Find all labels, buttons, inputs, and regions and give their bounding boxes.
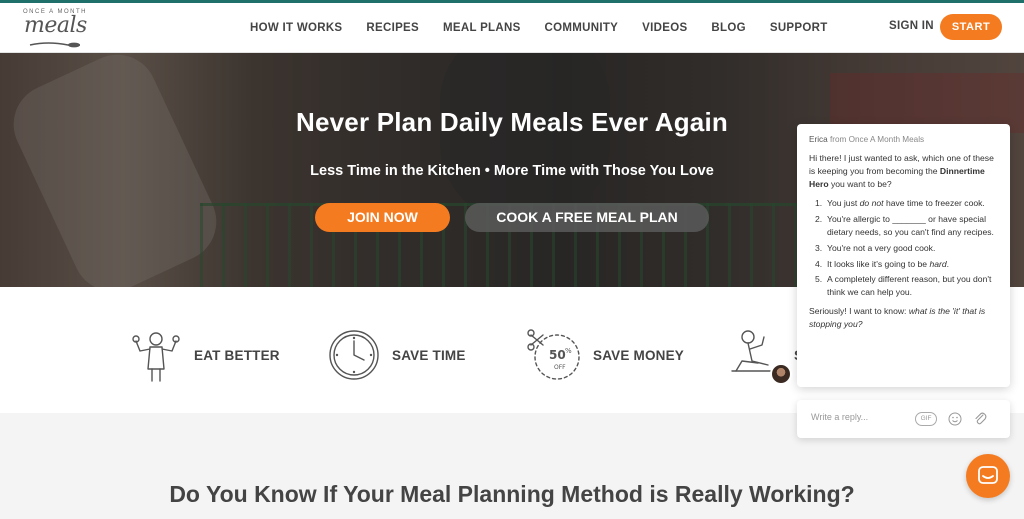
nav-how-it-works[interactable]: HOW IT WORKS bbox=[250, 22, 342, 34]
feature-label: SAVE MONEY bbox=[593, 347, 685, 363]
join-now-button[interactable]: JOIN NOW bbox=[315, 203, 450, 232]
list-number: 4. bbox=[815, 258, 823, 269]
feature-eat-better: EAT BETTER bbox=[128, 327, 280, 383]
nav-blog[interactable]: BLOG bbox=[711, 22, 745, 34]
svg-text:%: % bbox=[565, 347, 572, 355]
feature-save-time: SAVE TIME bbox=[326, 327, 466, 383]
coupon-icon: 50 % OFF bbox=[527, 329, 580, 380]
list-emphasis: hard bbox=[929, 258, 947, 269]
chat-launcher-button[interactable] bbox=[966, 454, 1010, 498]
list-item: 2. You're allergic to _______ or have spe… bbox=[815, 213, 998, 239]
logo-wordmark: meals bbox=[24, 13, 87, 38]
chat-intro: Hi there! I just wanted to ask, which on… bbox=[809, 152, 998, 191]
feature-label: EAT BETTER bbox=[194, 347, 280, 363]
gif-button[interactable]: GIF bbox=[915, 412, 937, 426]
nav-support[interactable]: SUPPORT bbox=[770, 22, 828, 34]
list-item: 3. You're not a very good cook. bbox=[815, 242, 998, 255]
chat-reply-box[interactable]: Write a reply... GIF bbox=[797, 400, 1010, 438]
list-emphasis: do not bbox=[859, 197, 884, 208]
cook-free-meal-plan-button[interactable]: COOK A FREE MEAL PLAN bbox=[465, 203, 709, 232]
list-text: You just bbox=[827, 197, 860, 208]
list-number: 5. bbox=[815, 274, 823, 285]
chat-message-card: Erica from Once A Month Meals Hi there! … bbox=[797, 124, 1010, 387]
chat-closing-text: Seriously! I want to know: bbox=[809, 306, 909, 317]
site-logo[interactable]: ONCE A MONTH meals bbox=[20, 7, 90, 49]
list-text: A completely different reason, but you d… bbox=[827, 274, 992, 298]
start-button[interactable]: START bbox=[940, 14, 1002, 40]
sign-in-link[interactable]: SIGN IN bbox=[889, 20, 934, 32]
list-text: You're not a very good cook. bbox=[827, 242, 936, 253]
list-text: You're allergic to _______ or have speci… bbox=[827, 213, 994, 237]
list-text-end: . bbox=[946, 258, 950, 269]
nav-community[interactable]: COMMUNITY bbox=[545, 22, 619, 34]
list-item: 1. You just do not have time to freezer c… bbox=[815, 197, 998, 210]
nav-videos[interactable]: VIDEOS bbox=[642, 22, 687, 34]
reply-input[interactable]: Write a reply... bbox=[811, 412, 868, 422]
svg-text:OFF: OFF bbox=[554, 364, 566, 371]
chat-sender-line: Erica from Once A Month Meals bbox=[809, 134, 998, 146]
chat-sender-org: from Once A Month Meals bbox=[829, 135, 925, 144]
list-text-end: have time to freezer cook. bbox=[883, 197, 985, 208]
avatar[interactable] bbox=[770, 363, 792, 385]
strong-man-icon bbox=[132, 332, 180, 382]
logo-swoosh-icon bbox=[29, 42, 80, 48]
list-number: 3. bbox=[815, 242, 823, 253]
list-number: 1. bbox=[815, 197, 823, 208]
clock-icon bbox=[329, 330, 379, 380]
svg-text:50: 50 bbox=[549, 348, 566, 362]
emoji-icon[interactable] bbox=[948, 412, 962, 426]
list-item: 5. A completely different reason, but yo… bbox=[815, 273, 998, 299]
chat-bubble-icon bbox=[978, 466, 998, 484]
list-text: It looks like it's going to be bbox=[827, 258, 930, 269]
chat-closing: Seriously! I want to know: what is the '… bbox=[809, 305, 998, 331]
list-item: 4. It looks like it's going to be hard. bbox=[815, 258, 998, 271]
chat-intro-end: you want to be? bbox=[828, 179, 892, 190]
nav-recipes[interactable]: RECIPES bbox=[366, 22, 419, 34]
feature-save-money: 50 % OFF SAVE MONEY bbox=[527, 327, 684, 383]
attachment-icon[interactable] bbox=[973, 411, 987, 427]
chat-options-list: 1. You just do not have time to freezer c… bbox=[809, 197, 998, 299]
chat-sender-name: Erica bbox=[809, 135, 828, 144]
site-header: ONCE A MONTH meals HOW IT WORKS RECIPES … bbox=[0, 3, 1024, 53]
main-nav: HOW IT WORKS RECIPES MEAL PLANS COMMUNIT… bbox=[240, 3, 852, 53]
nav-meal-plans[interactable]: MEAL PLANS bbox=[443, 22, 521, 34]
feature-label: SAVE TIME bbox=[392, 347, 466, 363]
section-heading: Do You Know If Your Meal Planning Method… bbox=[169, 481, 855, 507]
list-number: 2. bbox=[815, 213, 823, 224]
